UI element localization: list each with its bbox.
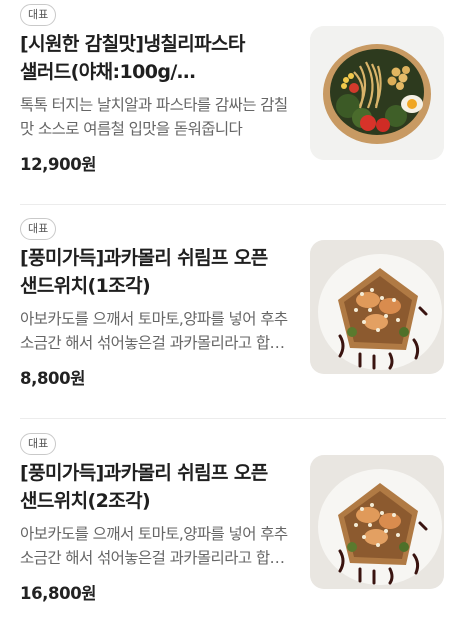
menu-price: 8,800원 [20, 369, 85, 388]
menu-item[interactable]: 대표 [풍미가득]과카몰리 쉬림프 오픈 샌드위치(1조각) 아보카도를 으깨서… [0, 210, 466, 420]
representative-badge: 대표 [20, 218, 57, 240]
menu-description: 톡톡 터지는 날치알과 파스타를 감싸는 감칠맛 소스로 여름철 입맛을 돋워줍… [20, 96, 288, 138]
menu-title: [풍미가득]과카몰리 쉬림프 오픈 샌드위치(1조각) [20, 247, 268, 297]
menu-title: [풍미가득]과카몰리 쉬림프 오픈 샌드위치(2조각) [20, 462, 268, 512]
menu-price: 12,900원 [20, 155, 97, 174]
sandwich-icon [310, 455, 444, 589]
menu-item[interactable]: 대표 [시원한 감칠맛]냉칠리파스타 샐러드(야채:100g/삶기전면:50g)… [0, 0, 466, 206]
shrimp-sandwich-image[interactable] [310, 240, 444, 374]
pasta-salad-bowl-icon [310, 26, 444, 160]
shrimp-sandwich-image[interactable] [310, 455, 444, 589]
sandwich-icon [310, 240, 444, 374]
menu-description: 아보카도를 으깨서 토마토,양파를 넣어 후추소금간 해서 섞어놓은걸 과카몰리… [20, 525, 288, 567]
divider [20, 204, 446, 205]
menu-list: 대표 [시원한 감칠맛]냉칠리파스타 샐러드(야채:100g/삶기전면:50g)… [0, 0, 466, 636]
pasta-salad-image[interactable] [310, 26, 444, 160]
divider [20, 418, 446, 419]
representative-badge: 대표 [20, 4, 57, 26]
representative-badge: 대표 [20, 433, 57, 455]
menu-title: [시원한 감칠맛]냉칠리파스타 샐러드(야채:100g/삶기전면:50g) [20, 33, 245, 83]
menu-description: 아보카도를 으깨서 토마토,양파를 넣어 후추소금간 해서 섞어놓은걸 과카몰리… [20, 310, 288, 352]
menu-price: 16,800원 [20, 584, 97, 603]
menu-item[interactable]: 대표 [풍미가득]과카몰리 쉬림프 오픈 샌드위치(2조각) 아보카도를 으깨서… [0, 425, 466, 635]
